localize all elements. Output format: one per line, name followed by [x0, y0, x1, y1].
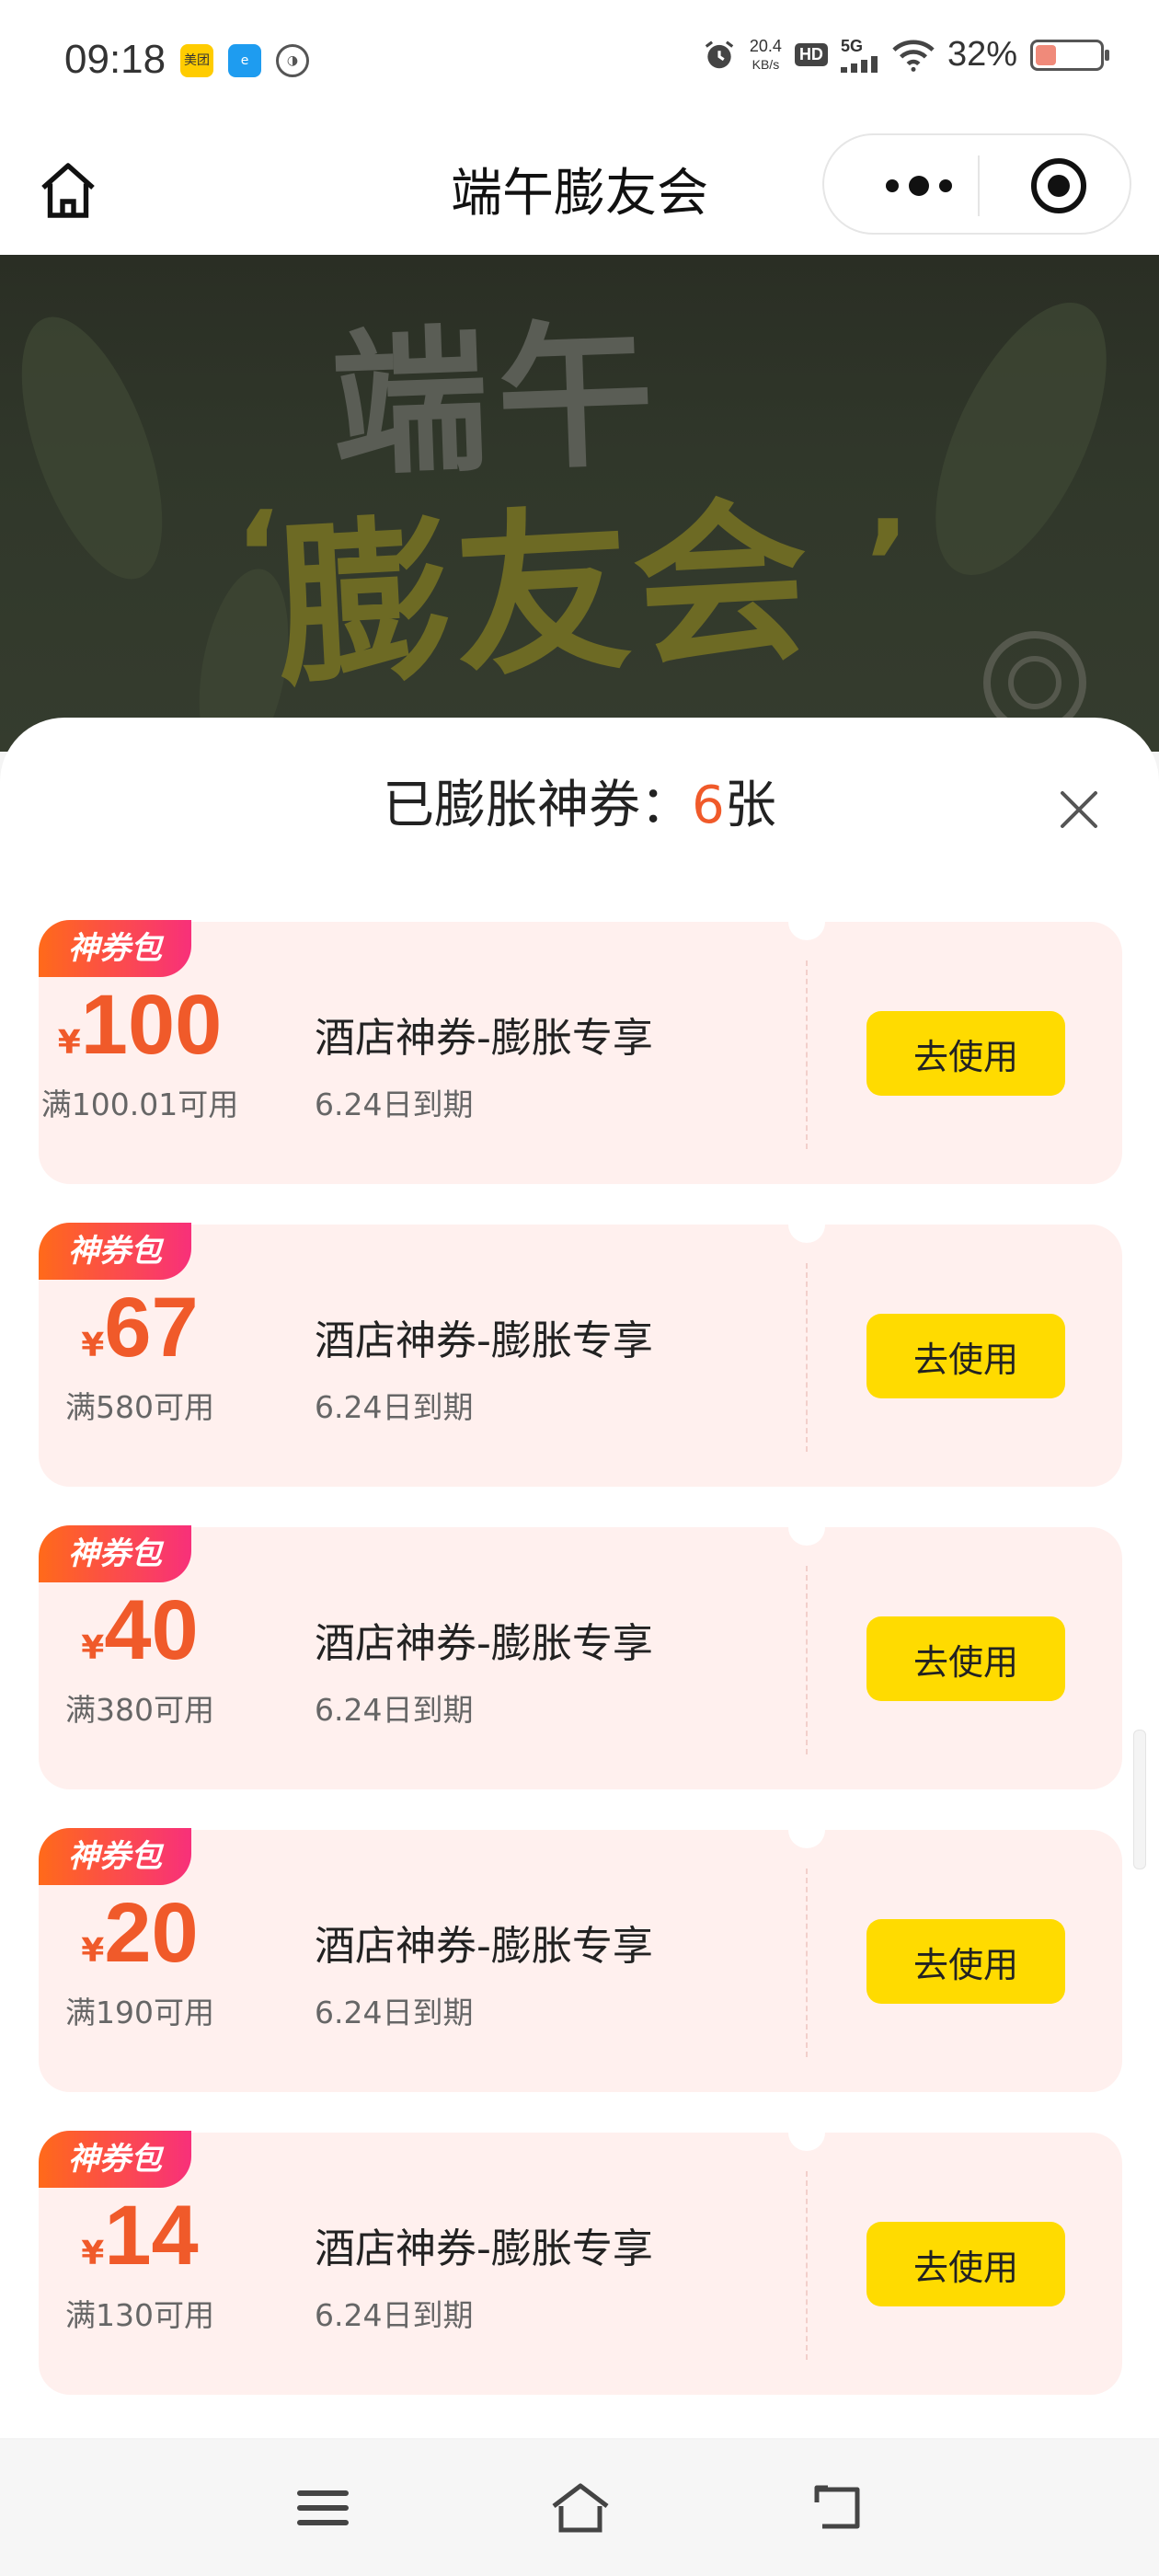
- more-options-icon[interactable]: [868, 163, 970, 209]
- coupon-notch: [788, 2114, 825, 2151]
- coupon-condition: 满130可用: [65, 2297, 214, 2333]
- meituan-app-icon: 美团: [180, 44, 213, 77]
- status-bar: 09:18 美团 e ◑ 20.4 KB/s HD 5G 32%: [0, 0, 1159, 124]
- coupon-amount: ¥20: [39, 1885, 241, 1982]
- coupon-name: 酒店神券-膨胀专享: [315, 1923, 653, 1970]
- coupon-divider: [806, 1566, 808, 1754]
- pill-app-icon: ◑: [276, 44, 309, 77]
- banner-foliage: [900, 278, 1142, 600]
- wifi-icon: [892, 40, 935, 72]
- close-icon[interactable]: [1050, 780, 1108, 839]
- menu-icon[interactable]: [293, 2480, 353, 2536]
- coupon-expiry: 6.24日到期: [315, 1389, 474, 1425]
- network-speed-unit: KB/s: [752, 56, 780, 72]
- coupon-divider: [806, 960, 808, 1149]
- use-coupon-button[interactable]: 去使用: [866, 2222, 1065, 2306]
- coupon-divider: [806, 2171, 808, 2360]
- currency-symbol: ¥: [81, 2235, 105, 2272]
- coupon-value: 14: [104, 2189, 199, 2283]
- network-speed-value: 20.4: [749, 36, 782, 55]
- back-icon[interactable]: [809, 2480, 870, 2536]
- coupon-amount: ¥100: [39, 977, 241, 1074]
- system-home-icon[interactable]: [548, 2480, 613, 2536]
- use-coupon-button[interactable]: 去使用: [866, 1616, 1065, 1701]
- close-miniprogram-icon[interactable]: [1028, 155, 1089, 216]
- coupon-amount: ¥14: [39, 2188, 241, 2284]
- hd-badge: HD: [794, 43, 828, 66]
- use-coupon-button[interactable]: 去使用: [866, 1011, 1065, 1096]
- coupon-count: 6: [692, 776, 725, 835]
- coupon-card: 神券包 ¥20 满190可用 酒店神券-膨胀专享 6.24日到期 去使用: [39, 1811, 1122, 2092]
- coupon-tag: 神券包: [39, 1828, 191, 1885]
- coupon-card: 神券包 ¥14 满130可用 酒店神券-膨胀专享 6.24日到期 去使用: [39, 2114, 1122, 2395]
- coupon-condition: 满580可用: [65, 1389, 214, 1425]
- currency-symbol: ¥: [81, 1327, 105, 1364]
- banner-quote-close: ’: [865, 494, 911, 634]
- miniprogram-capsule: [822, 133, 1131, 235]
- coupon-expiry: 6.24日到期: [315, 1087, 474, 1122]
- coupon-amount: ¥67: [39, 1280, 241, 1376]
- coupon-amount: ¥40: [39, 1582, 241, 1679]
- coupon-expiry: 6.24日到期: [315, 1995, 474, 2030]
- battery-level: [1036, 44, 1056, 65]
- coupon-value: 100: [80, 978, 223, 1072]
- coupon-condition: 满380可用: [65, 1692, 214, 1728]
- coupon-list: 神券包 ¥100 满100.01可用 酒店神券-膨胀专享 6.24日到期 去使用…: [39, 903, 1122, 2435]
- coupon-card: 神券包 ¥100 满100.01可用 酒店神券-膨胀专享 6.24日到期 去使用: [39, 903, 1122, 1184]
- battery-percent: 32%: [947, 35, 1017, 74]
- coupon-card: 神券包 ¥67 满580可用 酒店神券-膨胀专享 6.24日到期 去使用: [39, 1206, 1122, 1487]
- sheet-title-suffix: 张: [724, 776, 776, 835]
- currency-symbol: ¥: [81, 1932, 105, 1970]
- coupon-sheet: 已膨胀神券：6张 神券包 ¥100 满100.01可用 酒店神券-膨胀专享 6.…: [0, 718, 1159, 2438]
- system-navigation-bar: [0, 2440, 1159, 2576]
- coupon-divider: [806, 1869, 808, 2057]
- network-type-label: 5G: [840, 37, 863, 55]
- coupon-condition: 满100.01可用: [40, 1087, 239, 1122]
- coupon-expiry: 6.24日到期: [315, 1692, 474, 1728]
- coupon-notch: [788, 1206, 825, 1243]
- cellular-signal-icon: 5G: [840, 37, 879, 73]
- browser-app-icon: e: [228, 44, 261, 77]
- currency-symbol: ¥: [81, 1629, 105, 1667]
- sheet-title-prefix: 已膨胀神券：: [383, 776, 693, 835]
- alarm-icon: [705, 40, 734, 68]
- coupon-value: 67: [104, 1281, 199, 1374]
- capsule-divider: [978, 155, 980, 216]
- currency-symbol: ¥: [57, 1024, 81, 1062]
- battery-icon: [1030, 39, 1109, 71]
- coupon-divider: [806, 1263, 808, 1452]
- coupon-name: 酒店神券-膨胀专享: [315, 1317, 653, 1364]
- scrollbar[interactable]: [1133, 1730, 1146, 1869]
- banner-foliage: [0, 299, 191, 597]
- coupon-value: 40: [104, 1583, 199, 1677]
- navigation-bar: 端午膨友会: [0, 124, 1159, 255]
- coupon-notch: [788, 1509, 825, 1546]
- coupon-notch: [788, 1811, 825, 1848]
- clock: 09:18: [64, 37, 166, 82]
- sheet-title: 已膨胀神券：6张: [0, 764, 1159, 838]
- coupon-tag: 神券包: [39, 920, 191, 977]
- coupon-value: 20: [104, 1886, 199, 1980]
- coupon-notch: [788, 903, 825, 940]
- coupon-tag: 神券包: [39, 1223, 191, 1280]
- coupon-name: 酒店神券-膨胀专享: [315, 1620, 653, 1667]
- banner-subheading: 膨友会: [271, 478, 818, 711]
- coupon-expiry: 6.24日到期: [315, 2297, 474, 2333]
- use-coupon-button[interactable]: 去使用: [866, 1919, 1065, 2004]
- event-banner: 端午 ‘ 膨友会 ’: [0, 255, 1159, 752]
- coupon-tag: 神券包: [39, 2131, 191, 2188]
- coupon-tag: 神券包: [39, 1525, 191, 1582]
- coupon-name: 酒店神券-膨胀专享: [315, 1015, 653, 1062]
- coupon-card: 神券包 ¥40 满380可用 酒店神券-膨胀专享 6.24日到期 去使用: [39, 1509, 1122, 1789]
- coupon-name: 酒店神券-膨胀专享: [315, 2225, 653, 2272]
- network-speed: 20.4 KB/s: [750, 37, 782, 74]
- coupon-condition: 满190可用: [65, 1995, 214, 2030]
- use-coupon-button[interactable]: 去使用: [866, 1314, 1065, 1398]
